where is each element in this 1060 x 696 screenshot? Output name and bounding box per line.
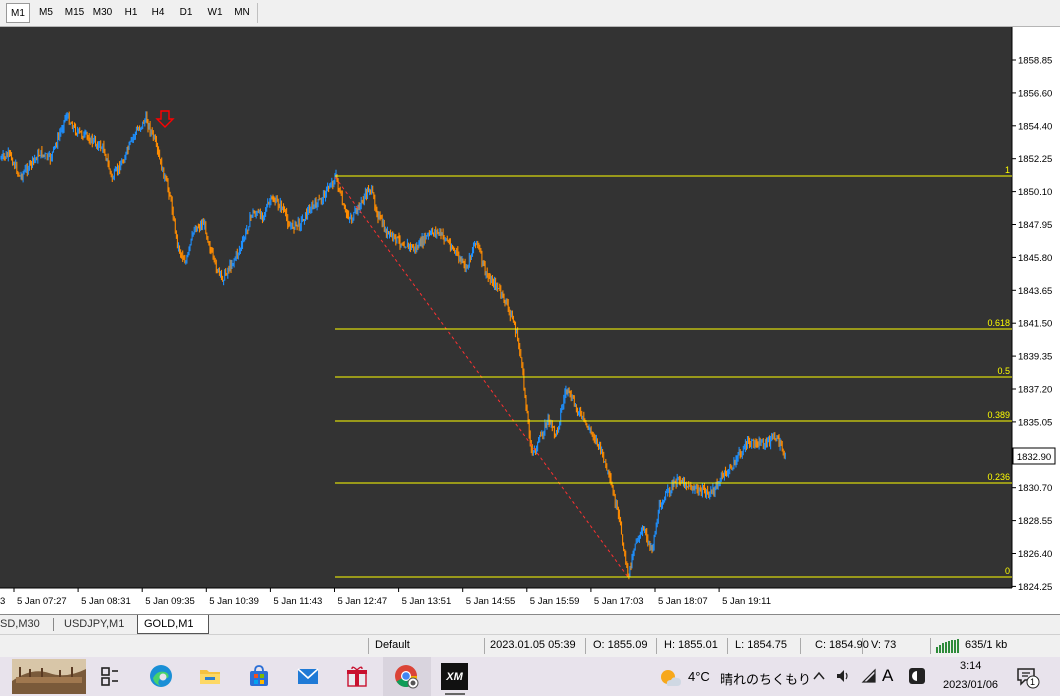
timeframe-m1-button[interactable]: M1 (6, 3, 30, 23)
tab-usdjpy-m1[interactable]: USDJPY,M1 (58, 615, 130, 634)
timeframe-m30-button[interactable]: M30 (89, 3, 116, 23)
status-separator (656, 638, 657, 654)
microsoft-store-icon[interactable] (246, 663, 272, 689)
status-datetime: 2023.01.05 05:39 (490, 639, 576, 651)
price-tick-label: 1847.95 (1018, 220, 1052, 231)
time-tick-label: 5 Jan 19:11 (722, 596, 771, 607)
time-tick-label: 5 Jan 15:59 (530, 596, 580, 607)
windows-taskbar: XM 4°C 晴れのちくもり A 3:14 2023/01/06 1 (0, 657, 1060, 696)
price-tick-label: 1856.60 (1018, 88, 1052, 99)
weather-description[interactable]: 晴れのちくもり (720, 669, 811, 688)
status-separator (368, 638, 369, 654)
chrome-browser-icon[interactable] (393, 663, 419, 689)
status-separator (930, 638, 931, 654)
task-view-icon[interactable] (97, 663, 123, 689)
connection-bars-icon[interactable] (936, 639, 962, 653)
ime-icon[interactable] (908, 667, 926, 685)
chevron-up-icon[interactable] (812, 669, 826, 683)
time-tick-label: 5 Jan 07:27 (17, 596, 67, 607)
time-tick-label: 5 Jan 17:03 (594, 596, 644, 607)
time-tick-label: 5 Jan 14:55 (466, 596, 516, 607)
widgets-thumbnail-icon[interactable] (12, 659, 86, 694)
time-tick-label: 5 Jan 10:39 (209, 596, 259, 607)
timeframe-mn-button[interactable]: MN (229, 3, 255, 23)
xm-mt4-icon[interactable]: XM (441, 663, 468, 690)
fibo-level-label: 0.236 (987, 472, 1010, 482)
mail-icon[interactable] (295, 663, 321, 689)
ime-mode-indicator[interactable]: A (882, 666, 893, 686)
volume-icon[interactable] (835, 668, 851, 684)
timeframe-w1-button[interactable]: W1 (203, 3, 227, 23)
status-separator (484, 638, 485, 654)
price-chart[interactable]: 1 0.618 0.5 0.389 0.236 0 1858.85 1856.60 1854.… (0, 27, 1060, 615)
status-traffic: 635/1 kb (965, 639, 1008, 651)
price-tick-label: 1850.10 (1018, 187, 1052, 198)
fibo-level-label: 0.5 (997, 366, 1010, 376)
status-volume: V: 73 (871, 639, 897, 651)
status-open: O: 1855.09 (593, 639, 648, 651)
price-tick-label: 1852.25 (1018, 154, 1052, 165)
notification-count: 1 (1030, 677, 1036, 687)
chart-plot-area[interactable] (0, 27, 1012, 588)
status-separator (727, 638, 728, 654)
status-low: L: 1854.75 (735, 639, 787, 651)
price-tick-label: 1841.50 (1018, 319, 1052, 330)
price-tick-label: 1843.65 (1018, 286, 1052, 297)
timeframe-h4-button[interactable]: H4 (146, 3, 170, 23)
fibo-level-label: 1 (1005, 165, 1010, 175)
chart-tabs: SD,M30 USDJPY,M1 GOLD,M1 (0, 614, 1060, 634)
price-tick-label: 1854.40 (1018, 121, 1052, 132)
status-separator (585, 638, 586, 654)
time-tick-label: 5 Jan 13:51 (402, 596, 452, 607)
tab-separator (53, 618, 54, 631)
status-close: C: 1854.90 (815, 639, 869, 651)
price-chart-window[interactable]: 1 0.618 0.5 0.389 0.236 0 1858.85 1856.60 1854.… (0, 27, 1060, 615)
fibo-level-label: 0 (1005, 566, 1010, 576)
gift-icon[interactable] (344, 663, 370, 689)
time-tick-label: 5 Jan 12:47 (338, 596, 388, 607)
time-tick-label: 5 Jan 11:43 (273, 596, 322, 607)
price-tick-label: 1845.80 (1018, 253, 1052, 264)
price-tick-label: 1858.85 (1018, 56, 1052, 67)
fibo-level-label: 0.618 (987, 318, 1010, 328)
price-tick-label: 1835.05 (1018, 417, 1052, 428)
status-separator (862, 638, 863, 654)
price-tick-label: 1824.25 (1018, 582, 1052, 593)
file-explorer-icon[interactable] (197, 663, 223, 689)
time-tick-label: 5 Jan 09:35 (145, 596, 195, 607)
weather-temperature[interactable]: 4°C (688, 669, 710, 684)
timeframe-toolbar: M1 M5 M15 M30 H1 H4 D1 W1 MN (0, 0, 1060, 27)
tab-xausd-m30[interactable]: SD,M30 (0, 615, 46, 634)
svg-text:XM: XM (445, 671, 463, 683)
time-label-left-edge: 3 (0, 596, 5, 607)
active-app-indicator (445, 693, 465, 695)
current-price-label: 1832.90 (1017, 452, 1051, 463)
timeframe-m5-button[interactable]: M5 (34, 3, 58, 23)
price-tick-label: 1826.40 (1018, 549, 1052, 560)
status-separator (800, 638, 801, 654)
price-tick-label: 1830.70 (1018, 483, 1052, 494)
price-tick-label: 1837.20 (1018, 385, 1052, 396)
time-tick-label: 5 Jan 08:31 (81, 596, 131, 607)
status-bar: Default 2023.01.05 05:39 O: 1855.09 H: 1… (0, 634, 1060, 657)
status-profile: Default (375, 639, 410, 651)
edge-browser-icon[interactable] (148, 663, 174, 689)
price-tick-label: 1839.35 (1018, 352, 1052, 363)
price-tick-label: 1828.55 (1018, 516, 1052, 527)
tab-gold-m1[interactable]: GOLD,M1 (137, 615, 209, 634)
notification-icon[interactable] (1015, 666, 1043, 690)
clock-date[interactable]: 2023/01/06 (943, 679, 998, 691)
weather-icon[interactable] (658, 665, 682, 689)
timeframe-h1-button[interactable]: H1 (119, 3, 143, 23)
timeframe-d1-button[interactable]: D1 (174, 3, 198, 23)
toolbar-divider (257, 3, 258, 23)
wifi-icon[interactable] (861, 668, 877, 684)
timeframe-m15-button[interactable]: M15 (61, 3, 88, 23)
time-tick-label: 5 Jan 18:07 (658, 596, 708, 607)
status-high: H: 1855.01 (664, 639, 718, 651)
clock-time[interactable]: 3:14 (960, 660, 981, 672)
fibo-level-label: 0.389 (987, 410, 1010, 420)
